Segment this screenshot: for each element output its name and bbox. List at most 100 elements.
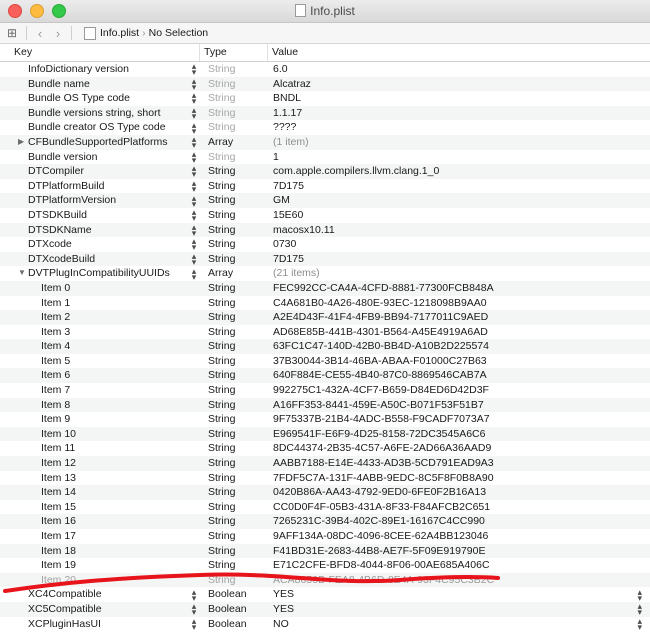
row-key-cell[interactable]: ▶ CFBundleSupportedPlatforms [0,135,188,150]
plist-row[interactable]: Bundle creator OS Type code ▴ ▾ String???? [0,120,650,135]
row-key-cell[interactable]: Item 3 [0,325,188,340]
row-key-cell[interactable]: Item 15 [0,500,188,515]
breadcrumb-selection[interactable]: No Selection [149,27,209,39]
row-type-cell[interactable]: String [200,179,268,194]
row-value-cell[interactable]: 0420B86A-AA43-4792-9ED0-6FE0F2B16A13 [268,485,486,500]
array-item-row[interactable]: Item 3 String AD68E85B-441B-4301-B564-A45E… [0,325,650,340]
plist-row[interactable]: XCPluginHasUI ▴ ▾ Boolean NO ▴ ▾ [0,616,650,631]
row-value-cell[interactable]: 0730 [268,237,296,252]
key-stepper-icon[interactable]: ▴ ▾ [188,149,200,164]
row-type-cell[interactable]: String [200,310,268,325]
plist-row[interactable]: XC5Compatible ▴ ▾ Boolean YES ▴ ▾ [0,602,650,617]
row-value-cell[interactable]: BNDL [268,91,301,106]
row-type-cell[interactable]: String [200,223,268,238]
row-key-cell[interactable]: Item 13 [0,471,188,486]
row-key-cell[interactable]: Item 11 [0,441,188,456]
row-value-cell[interactable]: 7FDF5C7A-131F-4ABB-9EDC-8C5F8F0B8A90 [268,471,494,486]
array-item-row[interactable]: Item 8 String A16FF353-8441-459E-A50C-B071… [0,397,650,413]
row-type-cell[interactable]: String [200,558,268,573]
array-item-row[interactable]: Item 9 String 9F75337B-21B4-4ADC-B558-F9CA… [0,412,650,427]
row-value-cell[interactable]: YES [268,602,294,617]
column-header-key[interactable]: Key [0,44,200,61]
row-value-cell[interactable]: 640F884E-CE55-4B40-87C0-8869546CAB7A [268,368,487,383]
row-key-cell[interactable]: Item 6 [0,368,188,383]
row-type-cell[interactable]: String [200,354,268,369]
key-stepper-icon[interactable]: ▴ ▾ [188,62,200,77]
row-key-cell[interactable]: Item 0 [0,281,188,296]
row-value-cell[interactable]: FEC992CC-CA4A-4CFD-8881-77300FCB848A [268,281,494,296]
plist-row[interactable]: DTPlatformBuild ▴ ▾ String 7D175 [0,179,650,194]
row-key-cell[interactable]: Item 8 [0,398,188,413]
array-item-row[interactable]: Item 11 String 8DC44374-2B35-4C57-A6FE-2AD… [0,441,650,456]
row-value-cell[interactable]: E969541F-E6F9-4D25-8158-72DC3545A6C6 [268,427,485,442]
row-key-cell[interactable]: Item 18 [0,544,188,559]
row-type-cell[interactable]: String [200,252,268,267]
array-item-row[interactable]: Item 14 String 0420B86A-AA43-4792-9ED0-6FE… [0,485,650,500]
row-value-cell[interactable]: ACA8656B-FEA8-4B6D-8E4A-93F4C95C3B2C [268,573,494,588]
boolean-popup-stepper-icon[interactable]: ▴ ▾ [637,616,642,631]
row-key-cell[interactable]: XC5Compatible [0,602,188,617]
plist-row[interactable]: DTXcodeBuild ▴ ▾ String 7D175 [0,252,650,267]
row-type-cell[interactable]: String [200,208,268,223]
row-type-cell[interactable]: String [200,471,268,486]
key-stepper-icon[interactable]: ▴ ▾ [188,120,200,135]
array-item-row[interactable]: Item 18 String F41BD31E-2683-44B8-AE7F-5F0… [0,543,650,559]
row-type-cell[interactable]: String [200,412,268,427]
row-key-cell[interactable]: DTSDKName [0,223,188,238]
row-key-cell[interactable]: Item 4 [0,339,188,354]
column-header-value[interactable]: Value [268,44,298,61]
array-item-row[interactable]: Item 0 String FEC992CC-CA4A-4CFD-8881-7730… [0,280,650,296]
key-stepper-icon[interactable]: ▴ ▾ [188,587,200,602]
array-item-row[interactable]: Item 7 String 992275C1-432A-4CF7-B659-D84E… [0,383,650,398]
row-type-cell[interactable]: String [200,120,268,135]
row-key-cell[interactable]: Item 19 [0,558,188,573]
key-stepper-icon[interactable]: ▴ ▾ [188,164,200,179]
row-value-cell[interactable]: 15E60 [268,208,303,223]
row-value-cell[interactable]: 9AFF134A-08DC-4096-8CEE-62A4BB123046 [268,529,488,544]
row-key-cell[interactable]: DTPlatformVersion [0,193,188,208]
row-type-cell[interactable]: String [200,398,268,413]
row-value-cell[interactable]: A16FF353-8441-459E-A50C-B071F53F51B7 [268,398,484,413]
array-item-row[interactable]: Item 1 String C4A681B0-4A26-480E-93EC-1218… [0,296,650,311]
row-key-cell[interactable]: Item 1 [0,296,188,311]
forward-chevron-icon[interactable]: › [49,26,67,41]
row-value-cell[interactable]: ???? [268,120,296,135]
row-type-cell[interactable]: String [200,529,268,544]
key-stepper-icon[interactable]: ▴ ▾ [188,266,200,281]
key-stepper-icon[interactable]: ▴ ▾ [188,602,200,617]
plist-row[interactable]: Bundle name ▴ ▾ String Alcatraz [0,76,650,91]
plist-row[interactable]: ▶ CFBundleSupportedPlatforms ▴ ▾ Array (1 ite… [0,135,650,150]
row-type-cell[interactable]: String [200,281,268,296]
plist-row[interactable]: DTCompiler ▴ ▾ String com.apple.compilers.ll… [0,164,650,179]
row-key-cell[interactable]: DTXcode [0,237,188,252]
row-value-cell[interactable]: F41BD31E-2683-44B8-AE7F-5F09E919790E [268,544,485,559]
array-item-row[interactable]: Item 17 String 9AFF134A-08DC-4096-8CEE-62A… [0,529,650,544]
row-key-cell[interactable]: XC4Compatible [0,587,188,602]
row-value-cell[interactable]: 7265231C-39B4-402C-89E1-16167C4CC990 [268,514,485,529]
disclosure-expanded-icon[interactable]: ▼ [18,266,26,281]
plist-row[interactable]: DTSDKName ▴ ▾ String macosx10.11 [0,222,650,238]
plist-row[interactable]: Bundle OS Type code ▴ ▾ String BNDL [0,91,650,106]
row-value-cell[interactable]: 8DC44374-2B35-4C57-A6FE-2AD66A36AAD9 [268,441,491,456]
row-key-cell[interactable]: Item 5 [0,354,188,369]
row-key-cell[interactable]: Item 17 [0,529,188,544]
plist-row[interactable]: XC4Compatible ▴ ▾ Boolean YES ▴ ▾ [0,587,650,602]
plist-row[interactable]: InfoDictionary version ▴ ▾ String 6.0 [0,62,650,77]
row-type-cell[interactable]: String [200,456,268,471]
back-chevron-icon[interactable]: ‹ [31,26,49,41]
row-type-cell[interactable]: String [200,383,268,398]
row-key-cell[interactable]: DTSDKBuild [0,208,188,223]
row-value-cell[interactable]: 1 [268,150,279,165]
array-item-row[interactable]: Item 13 String 7FDF5C7A-131F-4ABB-9EDC-8C5… [0,471,650,486]
row-type-cell[interactable]: String [200,62,268,77]
key-stepper-icon[interactable]: ▴ ▾ [188,252,200,267]
row-type-cell[interactable]: String [200,485,268,500]
boolean-popup-stepper-icon[interactable]: ▴ ▾ [637,587,642,602]
row-type-cell[interactable]: String [200,164,268,179]
row-key-cell[interactable]: Item 9 [0,412,188,427]
row-type-cell[interactable]: Boolean [200,602,268,617]
plist-row[interactable]: DTSDKBuild ▴ ▾ String 15E60 [0,208,650,223]
row-type-cell[interactable]: String [200,573,268,588]
row-type-cell[interactable]: String [200,237,268,252]
row-value-cell[interactable]: (21 items) [268,266,320,281]
